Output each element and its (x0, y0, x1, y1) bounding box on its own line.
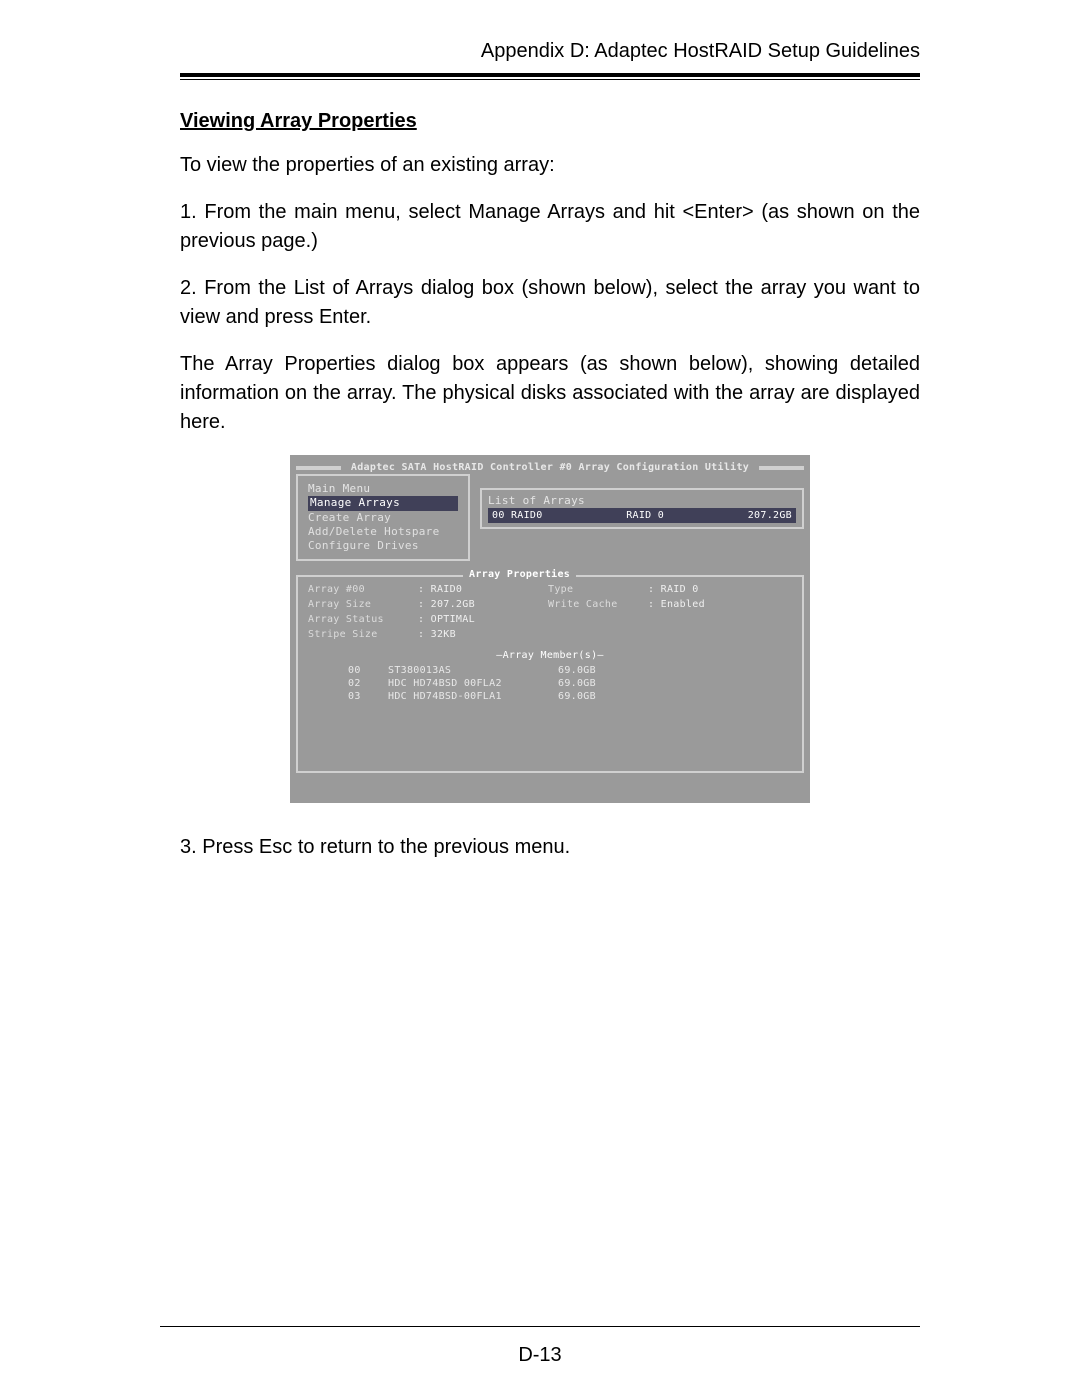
prop-blank3 (548, 628, 648, 641)
title-line-left (296, 466, 341, 470)
array-row-type: RAID 0 (626, 509, 664, 522)
menu-item-hotspare[interactable]: Add/Delete Hotspare (308, 525, 440, 538)
properties-grid: Array #00 : RAID0 Type : RAID 0 Array Si… (308, 583, 792, 641)
list-of-arrays-caption: List of Arrays (488, 494, 585, 507)
member-model: HDC HD74BSD-00FLA1 (388, 690, 558, 703)
member-model: HDC HD74BSD 00FLA2 (388, 677, 558, 690)
array-row-id: 00 RAID0 (492, 509, 543, 522)
footer-rule (160, 1326, 920, 1327)
prop-blank1 (548, 613, 648, 626)
array-list-row[interactable]: 00 RAID0 RAID 0 207.2GB (488, 508, 796, 523)
bios-window: Adaptec SATA HostRAID Controller #0 Arra… (290, 455, 810, 803)
prop-arraynum-label: Array #00 (308, 583, 418, 596)
prop-stripe-label: Stripe Size (308, 628, 418, 641)
paragraph-step3: 3. Press Esc to return to the previous m… (180, 833, 920, 862)
array-properties-panel: Array Properties Array #00 : RAID0 Type … (296, 575, 804, 773)
list-of-arrays-panel: List of Arrays 00 RAID0 RAID 0 207.2GB (480, 488, 804, 529)
prop-status-label: Array Status (308, 613, 418, 626)
array-row-size: 207.2GB (748, 509, 792, 522)
prop-size-label: Array Size (308, 598, 418, 611)
prop-blank4 (648, 628, 728, 641)
array-members-list: 00 ST380013AS 69.0GB 02 HDC HD74BSD 00FL… (348, 664, 792, 703)
menu-item-manage-arrays[interactable]: Manage Arrays (308, 496, 458, 510)
prop-status-value: : OPTIMAL (418, 613, 548, 626)
bios-title-bar: Adaptec SATA HostRAID Controller #0 Arra… (296, 461, 804, 474)
array-members-heading: —Array Member(s)— (308, 649, 792, 662)
member-size: 69.0GB (558, 664, 628, 677)
prop-blank2 (648, 613, 728, 626)
member-row: 03 HDC HD74BSD-00FLA1 69.0GB (348, 690, 792, 703)
prop-type-value: : RAID 0 (648, 583, 728, 596)
page: Appendix D: Adaptec HostRAID Setup Guide… (0, 0, 1080, 1397)
bios-upper-row: Main Menu Manage Arrays Create Array Add… (296, 474, 804, 561)
menu-item-configure-drives[interactable]: Configure Drives (308, 539, 419, 552)
member-slot: 03 (348, 690, 388, 703)
prop-stripe-value: : 32KB (418, 628, 548, 641)
header-rule (180, 73, 920, 80)
prop-cache-label: Write Cache (548, 598, 648, 611)
prop-type-label: Type (548, 583, 648, 596)
member-model: ST380013AS (388, 664, 558, 677)
paragraph-step2: 2. From the List of Arrays dialog box (s… (180, 274, 920, 332)
main-menu-panel: Main Menu Manage Arrays Create Array Add… (296, 474, 470, 561)
paragraph-desc: The Array Properties dialog box appears … (180, 350, 920, 437)
paragraph-intro: To view the properties of an existing ar… (180, 151, 920, 180)
main-menu-caption: Main Menu (308, 482, 370, 495)
member-size: 69.0GB (558, 677, 628, 690)
prop-size-value: : 207.2GB (418, 598, 548, 611)
bios-screenshot: Adaptec SATA HostRAID Controller #0 Arra… (290, 455, 810, 803)
member-slot: 00 (348, 664, 388, 677)
member-slot: 02 (348, 677, 388, 690)
member-row: 00 ST380013AS 69.0GB (348, 664, 792, 677)
page-number: D-13 (0, 1344, 1080, 1367)
prop-cache-value: : Enabled (648, 598, 728, 611)
title-line-right (759, 466, 804, 470)
section-heading: Viewing Array Properties (180, 110, 920, 133)
bios-title: Adaptec SATA HostRAID Controller #0 Arra… (347, 461, 753, 474)
menu-item-create-array[interactable]: Create Array (308, 511, 391, 524)
member-row: 02 HDC HD74BSD 00FLA2 69.0GB (348, 677, 792, 690)
member-size: 69.0GB (558, 690, 628, 703)
prop-arraynum-value: : RAID0 (418, 583, 548, 596)
running-header: Appendix D: Adaptec HostRAID Setup Guide… (180, 40, 920, 73)
paragraph-step1: 1. From the main menu, select Manage Arr… (180, 198, 920, 256)
array-properties-caption: Array Properties (463, 568, 576, 581)
